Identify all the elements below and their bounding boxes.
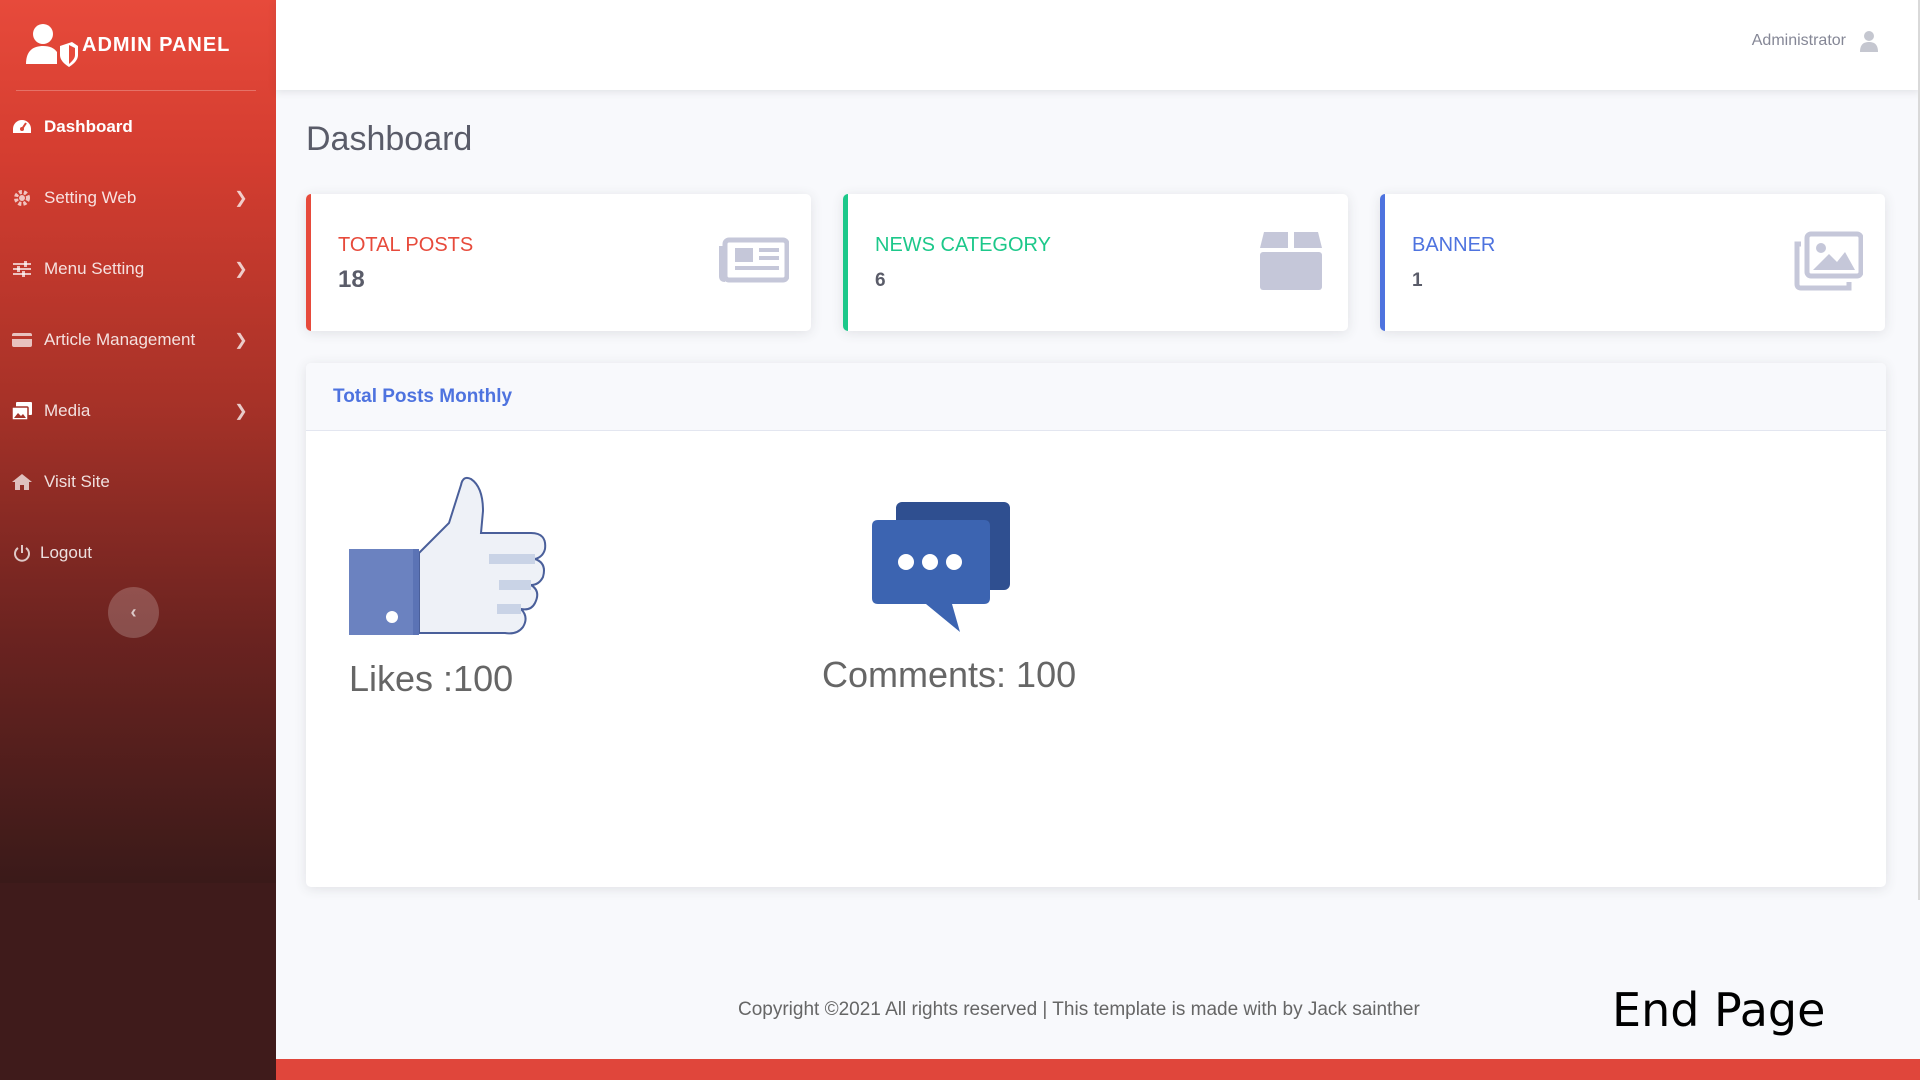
total-posts-monthly-panel: Total Posts Monthly Likes :100 Comments:… xyxy=(306,363,1886,887)
user-icon xyxy=(1858,30,1880,52)
panel-header: Total Posts Monthly xyxy=(306,363,1886,431)
gear-icon xyxy=(12,188,32,208)
user-name: Administrator xyxy=(1751,32,1846,49)
box-icon xyxy=(1256,228,1326,292)
card-label: TOTAL POSTS xyxy=(338,234,474,256)
sidebar-item-label: Setting Web xyxy=(44,187,137,207)
brand[interactable]: ADMIN PANEL xyxy=(0,0,276,90)
sidebar-item-label: Visit Site xyxy=(44,471,110,491)
comments-icon xyxy=(872,498,1012,643)
user-shield-icon xyxy=(24,22,80,68)
page-title: Dashboard xyxy=(306,120,473,158)
sidebar-item-label: Logout xyxy=(40,542,92,562)
card-value: 1 xyxy=(1412,270,1423,291)
chevron-right-icon: ❯ xyxy=(234,402,248,420)
home-icon xyxy=(12,472,32,492)
card-value: 6 xyxy=(875,270,886,291)
banner-card[interactable]: BANNER 1 xyxy=(1380,194,1885,331)
sliders-icon xyxy=(12,259,32,279)
newspaper-icon xyxy=(719,228,790,292)
chevron-right-icon: ❯ xyxy=(234,260,248,278)
sidebar-item-visit-site[interactable]: Visit Site xyxy=(0,446,276,517)
images-icon xyxy=(1793,228,1864,292)
sidebar-item-label: Dashboard xyxy=(44,116,133,136)
sidebar-toggle-button[interactable]: ‹ xyxy=(108,587,159,638)
news-category-card[interactable]: NEWS CATEGORY 6 xyxy=(843,194,1348,331)
end-page-label: End Page xyxy=(1612,983,1826,1037)
sidebar-item-menu-setting[interactable]: Menu Setting ❯ xyxy=(0,233,276,304)
total-posts-card[interactable]: TOTAL POSTS 18 xyxy=(306,194,811,331)
brand-title: ADMIN PANEL xyxy=(82,33,231,56)
chevron-right-icon: ❯ xyxy=(234,331,248,349)
user-menu[interactable]: Administrator xyxy=(1752,30,1880,52)
sidebar-item-label: Media xyxy=(44,400,91,420)
power-icon xyxy=(12,543,32,563)
footer-copyright: Copyright ©2021 All rights reserved | Th… xyxy=(738,999,1420,1020)
sidebar-item-setting-web[interactable]: Setting Web ❯ xyxy=(0,162,276,233)
credit-card-icon xyxy=(12,330,32,350)
card-label: NEWS CATEGORY xyxy=(875,234,1051,256)
card-label: BANNER xyxy=(1412,234,1496,256)
sidebar-item-media[interactable]: Media ❯ xyxy=(0,375,276,446)
chevron-left-icon: ‹ xyxy=(130,602,137,622)
sidebar: ADMIN PANEL Dashboard Setting Web ❯ Menu… xyxy=(0,0,276,1080)
likes-count: Likes :100 xyxy=(349,658,514,699)
dashboard-icon xyxy=(12,117,32,137)
chevron-right-icon: ❯ xyxy=(234,189,248,207)
sidebar-item-label: Article Management xyxy=(44,329,196,349)
sidebar-item-article-management[interactable]: Article Management ❯ xyxy=(0,304,276,375)
comments-count: Comments: 100 xyxy=(822,654,1077,695)
panel-title: Total Posts Monthly xyxy=(333,385,513,407)
sidebar-item-dashboard[interactable]: Dashboard xyxy=(0,91,276,162)
bottom-accent-bar xyxy=(276,1059,1920,1080)
sidebar-item-logout[interactable]: Logout xyxy=(0,517,276,588)
thumbs-up-icon xyxy=(349,467,549,642)
card-value: 18 xyxy=(338,266,365,293)
sidebar-item-label: Menu Setting xyxy=(44,258,145,278)
images-icon xyxy=(12,401,32,421)
topbar: Administrator xyxy=(276,0,1920,90)
